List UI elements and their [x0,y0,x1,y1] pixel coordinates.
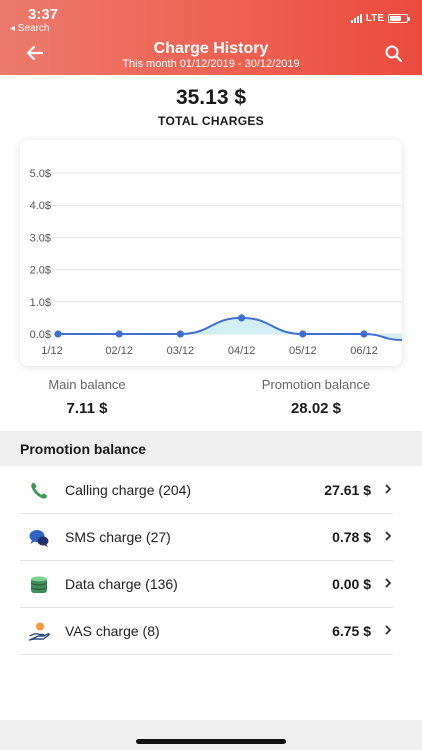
charge-name: SMS charge (27) [65,529,171,545]
chevron-right-icon [385,531,392,541]
x-tick-label: 04/12 [228,345,256,357]
promotion-balance-value: 28.02 $ [290,400,342,417]
data-point [115,330,123,338]
main-balance: Main balance 7.11 $ [20,377,154,417]
phone-icon [31,483,47,499]
x-tick-label: 05/12 [289,345,317,357]
battery-icon [388,14,410,23]
y-tick-label: 2.0$ [30,265,51,277]
chevron-right-icon [385,625,392,635]
bottom-bar [0,720,422,750]
data-point [238,314,246,322]
data-point [176,330,184,338]
x-tick-label: 06/12 [350,345,378,357]
y-tick-label: 0.0$ [30,329,51,341]
charge-row-vas[interactable]: VAS charge (8) 6.75 $ [20,608,393,655]
date-range: This month 01/12/2019 - 30/12/2019 [122,58,300,70]
main-balance-value: 7.11 $ [66,400,108,417]
signal-icon [350,14,362,23]
page-title: Charge History [153,40,269,57]
charges-chart-svg: 0.0$ 1.0$ 2.0$ 3.0$ 4.0$ 5.0$ 1/12 02/12 03/12 04… [30,168,402,357]
y-tick-label: 1.0$ [30,297,51,309]
total-charges-label: TOTAL CHARGES [158,114,264,128]
network-type: LTE [365,13,384,24]
charge-row-sms[interactable]: SMS charge (27) 0.78 $ [20,514,393,561]
charge-row-calling[interactable]: Calling charge (204) 27.61 $ [20,467,393,514]
back-to-app-link[interactable]: ◂ Search [10,23,49,34]
app-header: 3:37 ◂ Search LTE Charge History This mo… [0,0,422,75]
main-balance-label: Main balance [48,377,126,392]
y-tick-label: 4.0$ [30,200,51,212]
section-header: Promotion balance [0,431,422,466]
y-tick-label: 3.0$ [30,232,51,244]
promotion-balance: Promotion balance 28.02 $ [246,377,386,417]
charge-amount: 6.75 $ [332,623,371,639]
y-tick-label: 5.0$ [30,168,51,180]
x-tick-label: 1/12 [41,345,62,357]
section-title: Promotion balance [20,441,147,457]
data-point [360,330,368,338]
area-fill [58,317,402,340]
chevron-right-icon [385,578,392,588]
promotion-balance-label: Promotion balance [261,377,371,392]
charge-name: Calling charge (204) [65,482,192,498]
charges-chart: 0.0$ 1.0$ 2.0$ 3.0$ 4.0$ 5.0$ 1/12 02/12 03/12 04… [20,140,402,366]
database-icon [30,576,48,593]
charge-name: Data charge (136) [65,576,178,592]
x-tick-label: 03/12 [167,345,195,357]
x-tick-label: 02/12 [105,345,133,357]
home-indicator[interactable] [136,739,286,744]
data-point [54,330,62,338]
total-charges-amount: 35.13 $ [175,86,247,109]
status-indicators: LTE [350,13,410,24]
chat-bubbles-icon [29,530,49,547]
charge-row-data[interactable]: Data charge (136) 0.00 $ [20,561,393,608]
search-icon[interactable] [384,44,404,64]
charge-name: VAS charge (8) [65,623,160,639]
charge-amount: 27.61 $ [324,482,371,498]
status-time: 3:37 [28,6,59,23]
charge-amount: 0.78 $ [332,529,371,545]
hand-coin-icon [28,622,50,641]
data-point [299,330,307,338]
chevron-right-icon [385,484,392,494]
charge-amount: 0.00 $ [332,576,371,592]
